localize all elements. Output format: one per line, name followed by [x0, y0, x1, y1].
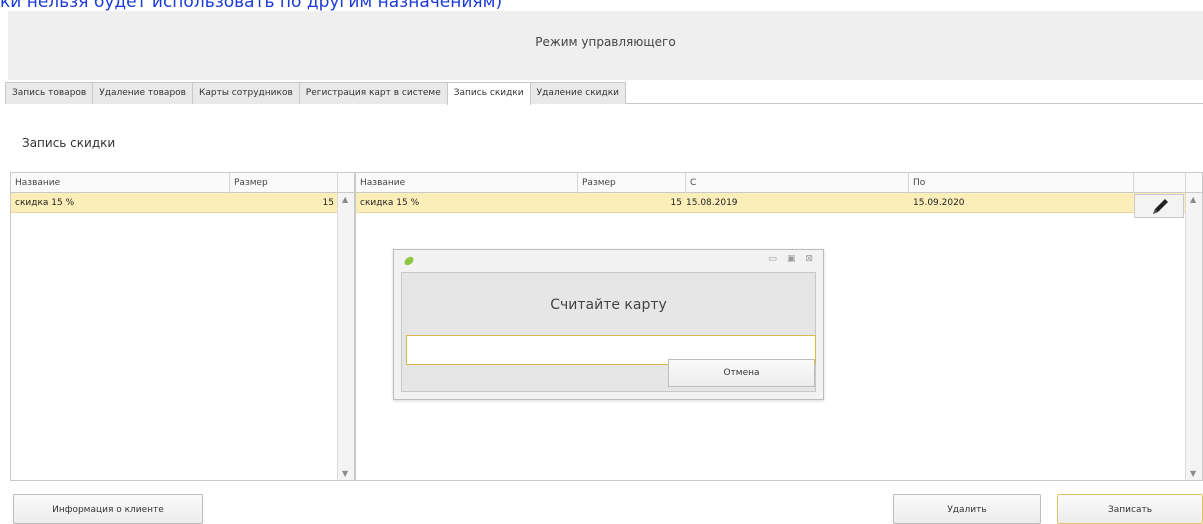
tab-write-discount[interactable]: Запись скидки — [446, 82, 531, 105]
window-title: Режим управляющего — [535, 35, 676, 49]
edit-row-button[interactable] — [1134, 194, 1184, 218]
dialog-heading: Считайте карту — [550, 297, 667, 313]
tab-bar: Запись товаров Удаление товаров Карты со… — [5, 82, 1203, 105]
save-button[interactable]: Записать — [1057, 494, 1203, 524]
grid-header: Название Размер — [11, 173, 354, 193]
vertical-scrollbar[interactable]: ▲ ▼ — [1185, 193, 1202, 480]
vertical-scrollbar[interactable]: ▲ ▼ — [337, 193, 354, 480]
tab-employee-cards[interactable]: Карты сотрудников — [191, 82, 300, 104]
scroll-down-icon[interactable]: ▼ — [342, 469, 348, 478]
close-icon[interactable]: ⊠ — [805, 254, 813, 264]
section-title: Запись скидки — [22, 136, 116, 150]
column-header-name[interactable]: Название — [356, 173, 578, 193]
dialog-window-controls: ▭ ▣ ⊠ — [768, 254, 813, 264]
maximize-icon[interactable]: ▣ — [787, 254, 796, 264]
scroll-up-icon[interactable]: ▲ — [342, 195, 348, 204]
pencil-icon — [1153, 199, 1168, 214]
tab-write-goods[interactable]: Запись товаров — [5, 82, 94, 104]
grid-header: Название Размер С По — [356, 173, 1202, 193]
cell-name: скидка 15 % — [360, 198, 420, 208]
cancel-button[interactable]: Отмена — [668, 359, 815, 387]
column-header-size[interactable]: Размер — [578, 173, 686, 193]
cell-from-date: 15.08.2019 — [686, 198, 738, 208]
dialog-titlebar[interactable]: ▭ ▣ ⊠ — [394, 250, 823, 272]
scroll-down-icon[interactable]: ▼ — [1190, 469, 1196, 478]
window-titlebar: Режим управляющего — [8, 11, 1203, 80]
cell-size: 15 — [322, 198, 334, 208]
client-info-button[interactable]: Информация о клиенте — [13, 494, 203, 524]
cell-to-date: 15.09.2020 — [913, 198, 965, 208]
leaf-icon — [404, 256, 414, 266]
table-row[interactable]: скидка 15 % 15 — [11, 193, 338, 213]
table-row[interactable]: скидка 15 % 15 15.08.2019 15.09.2020 — [356, 193, 1186, 213]
scroll-up-icon[interactable]: ▲ — [1190, 195, 1196, 204]
column-header-name[interactable]: Название — [11, 173, 230, 193]
tab-delete-goods[interactable]: Удаление товаров — [92, 82, 193, 104]
tab-register-cards[interactable]: Регистрация карт в системе — [298, 82, 448, 104]
discounts-list-grid: Название Размер скидка 15 % 15 ▲ ▼ — [10, 172, 355, 481]
minimize-icon[interactable]: ▭ — [768, 254, 777, 264]
column-header-size[interactable]: Размер — [230, 173, 338, 193]
column-header-from[interactable]: С — [686, 173, 909, 193]
cell-name: скидка 15 % — [15, 198, 75, 208]
read-card-dialog: ▭ ▣ ⊠ Считайте карту Отмена — [393, 249, 824, 400]
column-header-action — [1134, 173, 1186, 193]
delete-button[interactable]: Удалить — [893, 494, 1041, 524]
column-header-to[interactable]: По — [909, 173, 1134, 193]
tab-delete-discount[interactable]: Удаление скидки — [529, 82, 627, 104]
cell-size: 15 — [670, 198, 682, 208]
dialog-body: Считайте карту Отмена — [401, 272, 816, 392]
